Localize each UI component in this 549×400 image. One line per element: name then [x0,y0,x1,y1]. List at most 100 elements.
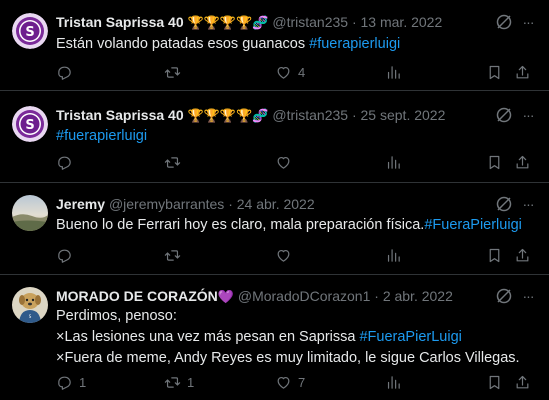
heart-icon [277,66,290,79]
avatar[interactable] [12,195,48,231]
avatar[interactable]: S [12,13,48,49]
hashtag-link[interactable]: #fuerapierluigi [56,128,147,144]
separator: · [351,14,357,30]
more-icon[interactable]: ··· [519,195,537,213]
like-button[interactable]: 4 [275,62,305,82]
more-icon[interactable]: ··· [519,13,537,31]
tweet-header: MORADO DE CORAZÓN💜 @MoradoDCorazon1 · 2 … [56,286,453,306]
author-handle[interactable]: @tristan235 [272,107,348,123]
like-button[interactable] [275,152,298,172]
bookmark-button[interactable] [486,152,503,172]
tweet-text-content: Bueno lo de Ferrari hoy es claro, mala p… [56,217,425,233]
tweet-date[interactable]: 13 mar. 2022 [361,14,443,30]
views-button[interactable] [385,245,402,265]
views-icon [387,375,400,389]
tweet-date[interactable]: 2 abr. 2022 [383,288,453,304]
tweet-text: #fuerapierluigi [56,126,536,147]
like-button[interactable]: 7 [275,372,305,392]
like-count: 7 [298,374,306,390]
like-count: 4 [298,64,306,80]
views-button[interactable] [385,372,402,392]
author-name[interactable]: Tristan Saprissa 40 [56,14,184,30]
reply-button[interactable] [56,152,79,172]
grok-icon[interactable] [495,106,513,124]
retweet-icon [164,66,181,78]
tweet-header: Tristan Saprissa 40 🏆🏆🏆🏆🧬 @tristan235 · … [56,105,445,125]
share-button[interactable] [514,62,531,82]
views-icon [387,248,400,262]
bookmark-icon [489,248,500,262]
tweet-text-line: Perdimos, penoso: [56,308,177,324]
retweet-button[interactable] [164,62,187,82]
badge-purple-heart: 💜 [217,289,234,304]
tweet[interactable]: Jeremy @jeremybarrantes · 24 abr. 2022 ·… [0,183,549,275]
grok-icon[interactable] [495,13,513,31]
views-button[interactable] [385,152,402,172]
share-button[interactable] [514,245,531,265]
tweet-actions: 1 1 7 [56,372,536,392]
author-name[interactable]: Jeremy [56,196,105,212]
author-handle[interactable]: @MoradoDCorazon1 [238,288,371,304]
timeline: S Tristan Saprissa 40 🏆🏆🏆🏆🧬 @tristan235 … [0,0,549,400]
author-name[interactable]: MORADO DE CORAZÓN [56,288,218,304]
retweet-button[interactable] [164,152,187,172]
tweet-text-line: ×Fuera de meme, Andy Reyes es muy limita… [56,350,520,366]
bookmark-button[interactable] [486,372,503,392]
dog-photo-icon: S [12,287,48,323]
more-icon[interactable]: ··· [519,106,537,124]
retweet-button[interactable]: 1 [164,372,194,392]
author-handle[interactable]: @tristan235 [272,14,348,30]
bookmark-icon [489,155,500,169]
author-handle[interactable]: @jeremybarrantes [109,196,224,212]
bookmark-button[interactable] [486,62,503,82]
share-button[interactable] [514,372,531,392]
views-button[interactable] [385,62,402,82]
tweet[interactable]: S Tristan Saprissa 40 🏆🏆🏆🏆🧬 @tristan235 … [0,0,549,91]
bookmark-button[interactable] [486,245,503,265]
more-icon[interactable]: ··· [519,287,537,305]
share-button[interactable] [514,152,531,172]
share-icon [516,375,529,388]
tweet-text-line: ×Las lesiones una vez más pesan en Sapri… [56,327,536,348]
tweet-date[interactable]: 25 sept. 2022 [361,107,446,123]
reply-button[interactable]: 1 [56,372,86,392]
badge-trophy: 🏆 [236,15,253,30]
tweet-text: Perdimos, penoso: ×Las lesiones una vez … [56,306,536,369]
heart-icon [277,249,290,262]
tweet-actions: 4 [56,62,536,82]
tweet-text: Bueno lo de Ferrari hoy es claro, mala p… [56,215,536,236]
share-icon [516,65,529,78]
hashtag-link[interactable]: #FueraPierluigi [424,217,522,233]
tweet[interactable]: S MORADO DE CORAZÓN💜 @MoradoDCorazon1 · … [0,275,549,400]
views-icon [387,155,400,169]
reply-icon [58,249,71,263]
grok-icon[interactable] [495,195,513,213]
tweet-header: Tristan Saprissa 40 🏆🏆🏆🏆🧬 @tristan235 · … [56,12,442,32]
retweet-button[interactable] [164,245,187,265]
reply-icon [58,156,71,170]
reply-button[interactable] [56,245,79,265]
retweet-icon [164,376,181,388]
reply-button[interactable] [56,62,79,82]
separator: · [374,288,379,304]
badge-trophy: 🏆 [203,108,220,123]
share-icon [516,248,529,261]
tweet-date[interactable]: 24 abr. 2022 [237,196,315,212]
badge-dna: 🧬 [252,15,269,30]
avatar[interactable]: S [12,287,48,323]
reply-count: 1 [79,374,87,390]
bookmark-icon [489,375,500,389]
hashtag-link[interactable]: #fuerapierluigi [309,36,400,52]
author-name[interactable]: Tristan Saprissa 40 [56,107,184,123]
tweet[interactable]: S Tristan Saprissa 40 🏆🏆🏆🏆🧬 @tristan235 … [0,91,549,183]
landscape-photo-icon [12,195,48,231]
grok-icon[interactable] [495,287,513,305]
like-button[interactable] [275,245,298,265]
reply-icon [58,376,71,390]
badge-trophy: 🏆 [203,15,220,30]
avatar[interactable]: S [12,106,48,142]
tweet-actions [56,152,536,172]
hashtag-link[interactable]: #FueraPierLuigi [359,329,461,345]
tweet-header: Jeremy @jeremybarrantes · 24 abr. 2022 [56,194,315,214]
retweet-icon [164,249,181,261]
